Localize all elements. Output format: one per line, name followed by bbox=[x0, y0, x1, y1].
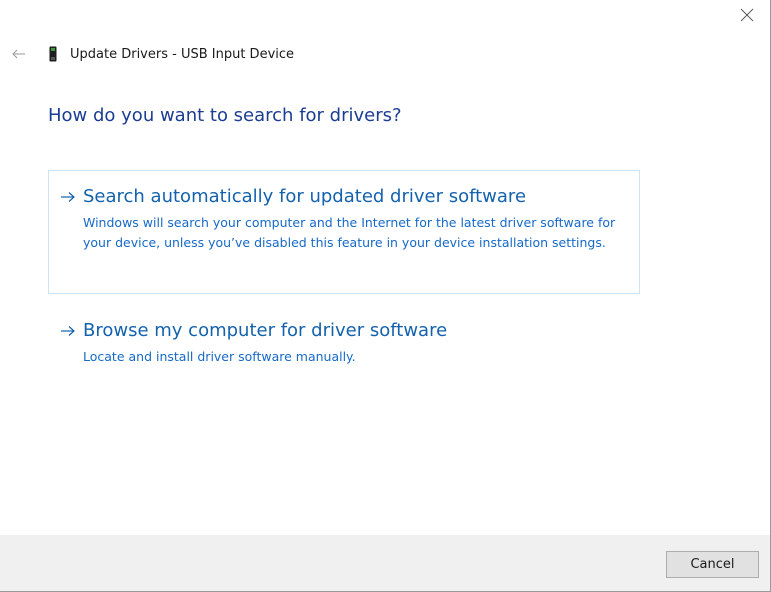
option-description: Locate and install driver software manua… bbox=[83, 349, 356, 364]
usb-device-icon bbox=[48, 45, 58, 63]
dialog-footer: Cancel bbox=[0, 535, 770, 591]
option-title: Search automatically for updated driver … bbox=[83, 186, 527, 207]
browse-computer-option[interactable]: Browse my computer for driver software L… bbox=[48, 306, 640, 386]
close-icon bbox=[740, 8, 754, 22]
close-button[interactable] bbox=[736, 4, 758, 26]
back-arrow-icon bbox=[12, 49, 25, 59]
cancel-button[interactable]: Cancel bbox=[666, 551, 759, 578]
arrow-right-icon bbox=[59, 188, 77, 206]
page-heading: How do you want to search for drivers? bbox=[48, 105, 402, 126]
option-description: Windows will search your computer and th… bbox=[83, 215, 616, 250]
search-automatically-option[interactable]: Search automatically for updated driver … bbox=[48, 170, 640, 294]
update-drivers-dialog: Update Drivers - USB Input Device How do… bbox=[0, 0, 771, 592]
arrow-right-icon bbox=[59, 322, 77, 340]
option-title: Browse my computer for driver software bbox=[83, 320, 448, 341]
back-button[interactable] bbox=[10, 45, 28, 63]
title-bar: Update Drivers - USB Input Device bbox=[10, 43, 294, 65]
window-title: Update Drivers - USB Input Device bbox=[70, 46, 295, 62]
